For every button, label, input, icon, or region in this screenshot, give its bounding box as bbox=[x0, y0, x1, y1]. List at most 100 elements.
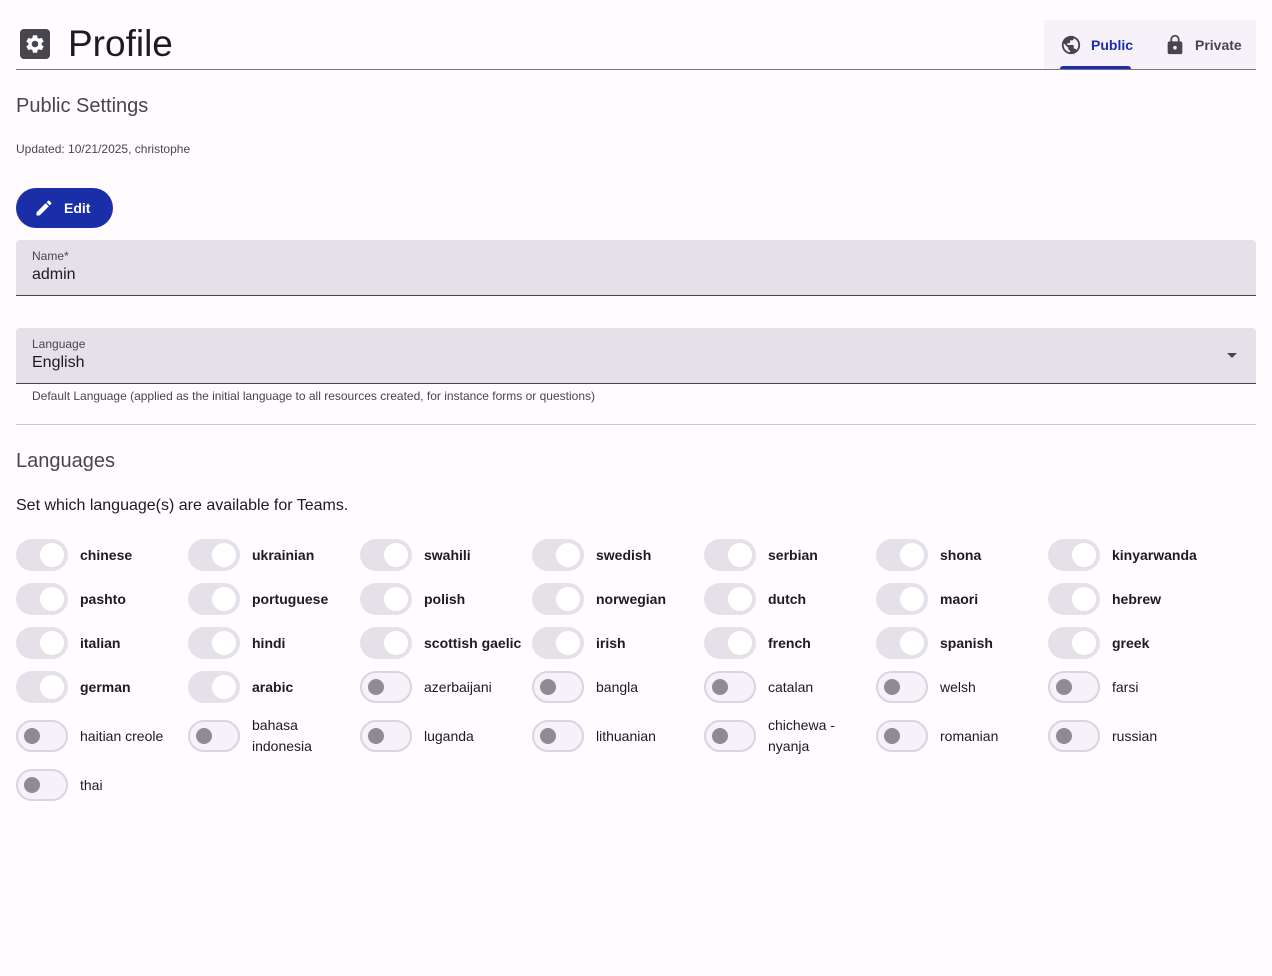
language-switch[interactable] bbox=[876, 539, 928, 571]
language-toggle[interactable]: haitian creole bbox=[16, 720, 188, 752]
language-toggle[interactable]: farsi bbox=[1048, 671, 1220, 703]
language-switch[interactable] bbox=[360, 539, 412, 571]
language-switch[interactable] bbox=[704, 627, 756, 659]
language-switch[interactable] bbox=[876, 720, 928, 752]
language-toggle[interactable]: ukrainian bbox=[188, 539, 360, 571]
language-toggle[interactable]: luganda bbox=[360, 720, 532, 752]
language-label: hebrew bbox=[1112, 590, 1162, 607]
language-toggle[interactable]: arabic bbox=[188, 671, 360, 703]
language-label: thai bbox=[80, 776, 103, 793]
language-label: serbian bbox=[768, 546, 818, 563]
page-header: Profile Public Private bbox=[16, 0, 1256, 70]
language-label: scottish gaelic bbox=[424, 634, 522, 651]
language-toggle[interactable]: thai bbox=[16, 769, 188, 801]
language-switch[interactable] bbox=[1048, 539, 1100, 571]
language-toggle[interactable]: hebrew bbox=[1048, 583, 1220, 615]
language-switch[interactable] bbox=[876, 583, 928, 615]
language-toggle[interactable]: kinyarwanda bbox=[1048, 539, 1220, 571]
language-toggle[interactable]: spanish bbox=[876, 627, 1048, 659]
language-toggle[interactable]: chichewa - nyanja bbox=[704, 717, 876, 754]
language-switch[interactable] bbox=[876, 671, 928, 703]
edit-button[interactable]: Edit bbox=[16, 188, 113, 228]
language-toggle[interactable]: bangla bbox=[532, 671, 704, 703]
language-switch[interactable] bbox=[360, 627, 412, 659]
language-toggle[interactable]: swedish bbox=[532, 539, 704, 571]
language-label: catalan bbox=[768, 678, 814, 695]
language-switch[interactable] bbox=[876, 627, 928, 659]
language-switch[interactable] bbox=[704, 671, 756, 703]
language-toggle[interactable]: italian bbox=[16, 627, 188, 659]
language-toggle[interactable]: catalan bbox=[704, 671, 876, 703]
language-switch[interactable] bbox=[188, 539, 240, 571]
switch-knob bbox=[712, 679, 728, 695]
language-toggle[interactable]: irish bbox=[532, 627, 704, 659]
language-switch[interactable] bbox=[16, 583, 68, 615]
language-switch[interactable] bbox=[532, 720, 584, 752]
language-label: french bbox=[768, 634, 811, 651]
language-switch[interactable] bbox=[16, 627, 68, 659]
language-toggle[interactable]: scottish gaelic bbox=[360, 627, 532, 659]
language-switch[interactable] bbox=[704, 583, 756, 615]
language-toggle[interactable]: dutch bbox=[704, 583, 876, 615]
name-field[interactable]: Name* admin bbox=[16, 240, 1256, 296]
language-switch[interactable] bbox=[16, 671, 68, 703]
language-toggle[interactable]: shona bbox=[876, 539, 1048, 571]
language-switch[interactable] bbox=[188, 583, 240, 615]
language-toggle[interactable]: chinese bbox=[16, 539, 188, 571]
language-switch[interactable] bbox=[16, 769, 68, 801]
language-switch[interactable] bbox=[704, 539, 756, 571]
language-toggle[interactable]: pashto bbox=[16, 583, 188, 615]
language-switch[interactable] bbox=[360, 720, 412, 752]
language-toggle[interactable]: serbian bbox=[704, 539, 876, 571]
language-select[interactable]: Language English bbox=[16, 328, 1256, 384]
language-switch[interactable] bbox=[1048, 671, 1100, 703]
language-toggle[interactable]: hindi bbox=[188, 627, 360, 659]
language-label: ukrainian bbox=[252, 546, 315, 563]
language-toggle[interactable]: polish bbox=[360, 583, 532, 615]
tab-private[interactable]: Private bbox=[1146, 20, 1256, 69]
language-toggle[interactable]: french bbox=[704, 627, 876, 659]
language-label: chichewa - nyanja bbox=[768, 717, 835, 754]
dropdown-arrow-icon[interactable] bbox=[1227, 353, 1237, 358]
language-toggle[interactable]: russian bbox=[1048, 720, 1220, 752]
tab-public[interactable]: Public bbox=[1044, 20, 1146, 69]
switch-knob bbox=[40, 587, 64, 611]
language-switch[interactable] bbox=[704, 720, 756, 752]
language-switch[interactable] bbox=[532, 583, 584, 615]
language-switch[interactable] bbox=[1048, 720, 1100, 752]
language-switch[interactable] bbox=[188, 627, 240, 659]
language-switch[interactable] bbox=[188, 720, 240, 752]
language-switch[interactable] bbox=[16, 720, 68, 752]
language-toggle[interactable]: lithuanian bbox=[532, 720, 704, 752]
tab-private-label: Private bbox=[1195, 36, 1242, 53]
language-label: romanian bbox=[940, 727, 999, 744]
language-toggle[interactable]: azerbaijani bbox=[360, 671, 532, 703]
language-select-label: Language bbox=[32, 337, 86, 351]
language-switch[interactable] bbox=[532, 539, 584, 571]
language-switch[interactable] bbox=[16, 539, 68, 571]
language-toggle[interactable]: greek bbox=[1048, 627, 1220, 659]
switch-knob bbox=[540, 679, 556, 695]
language-toggle[interactable]: swahili bbox=[360, 539, 532, 571]
language-label: maori bbox=[940, 590, 979, 607]
language-switch[interactable] bbox=[532, 627, 584, 659]
language-label: norwegian bbox=[596, 590, 667, 607]
language-label: luganda bbox=[424, 727, 474, 744]
switch-knob bbox=[712, 728, 728, 744]
language-toggle[interactable]: maori bbox=[876, 583, 1048, 615]
switch-knob bbox=[24, 777, 40, 793]
language-switch[interactable] bbox=[360, 671, 412, 703]
language-toggle[interactable]: norwegian bbox=[532, 583, 704, 615]
switch-knob bbox=[556, 543, 580, 567]
language-switch[interactable] bbox=[360, 583, 412, 615]
language-toggle[interactable]: german bbox=[16, 671, 188, 703]
language-toggle[interactable]: portuguese bbox=[188, 583, 360, 615]
switch-knob bbox=[556, 587, 580, 611]
language-switch[interactable] bbox=[188, 671, 240, 703]
language-switch[interactable] bbox=[1048, 627, 1100, 659]
language-switch[interactable] bbox=[1048, 583, 1100, 615]
language-switch[interactable] bbox=[532, 671, 584, 703]
language-toggle[interactable]: romanian bbox=[876, 720, 1048, 752]
language-toggle[interactable]: bahasa indonesia bbox=[188, 717, 360, 754]
language-toggle[interactable]: welsh bbox=[876, 671, 1048, 703]
